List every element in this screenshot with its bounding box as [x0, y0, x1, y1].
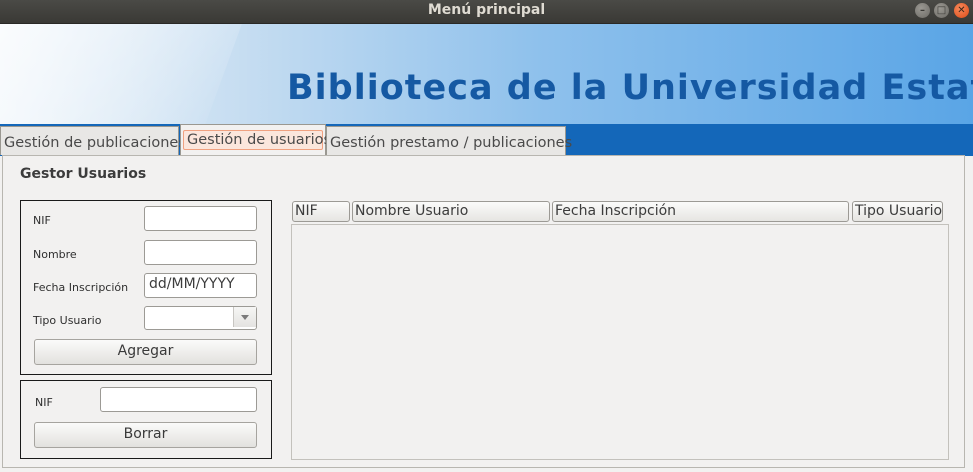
window-title: Menú principal: [427, 2, 546, 18]
close-button[interactable]: ✕: [954, 3, 969, 18]
fecha-inscripcion-input[interactable]: dd/MM/YYYY: [144, 273, 257, 298]
tab-gestion-usuarios[interactable]: Gestión de usuarios: [180, 124, 331, 157]
minimize-icon: –: [920, 5, 925, 16]
borrar-button[interactable]: Borrar: [34, 422, 257, 448]
fecha-inscripcion-label: Fecha Inscripción: [33, 281, 129, 294]
users-table-body[interactable]: [291, 224, 949, 460]
tab-gestion-prestamo[interactable]: Gestión prestamo / publicaciones: [326, 126, 572, 155]
window-titlebar: Menú principal: [0, 0, 973, 24]
nombre-input[interactable]: [144, 240, 257, 265]
column-header-fecha-inscripcion[interactable]: Fecha Inscripción: [552, 201, 849, 222]
delete-nif-label: NIF: [35, 396, 53, 409]
header-banner: Biblioteca de la Universidad Estatal: [0, 24, 973, 124]
maximize-button[interactable]: □: [934, 3, 949, 18]
maximize-icon: □: [936, 5, 947, 16]
agregar-button[interactable]: Agregar: [34, 339, 257, 365]
nif-label: NIF: [33, 214, 51, 227]
column-header-tipo-usuario[interactable]: Tipo Usuario: [852, 201, 943, 222]
chevron-down-icon[interactable]: [233, 307, 256, 327]
tab-gestion-publicaciones[interactable]: Gestión de publicaciones: [0, 126, 186, 155]
column-header-nombre-usuario[interactable]: Nombre Usuario: [352, 201, 550, 222]
delete-nif-input[interactable]: [100, 387, 257, 412]
column-header-nif[interactable]: NIF: [292, 201, 350, 222]
minimize-button[interactable]: –: [915, 3, 930, 18]
tipo-usuario-select[interactable]: [144, 306, 257, 330]
close-icon: ✕: [957, 5, 966, 16]
tab-label: Gestión de usuarios: [183, 130, 331, 150]
panel-title: Gestor Usuarios: [20, 166, 147, 182]
nombre-label: Nombre: [33, 248, 77, 261]
banner-title: Biblioteca de la Universidad Estatal: [287, 68, 973, 108]
tipo-usuario-label: Tipo Usuario: [33, 314, 102, 327]
banner-decoration: [0, 24, 253, 124]
tab-bar: Gestión de publicaciones Gestión de usua…: [0, 124, 973, 157]
nif-input[interactable]: [144, 206, 257, 231]
